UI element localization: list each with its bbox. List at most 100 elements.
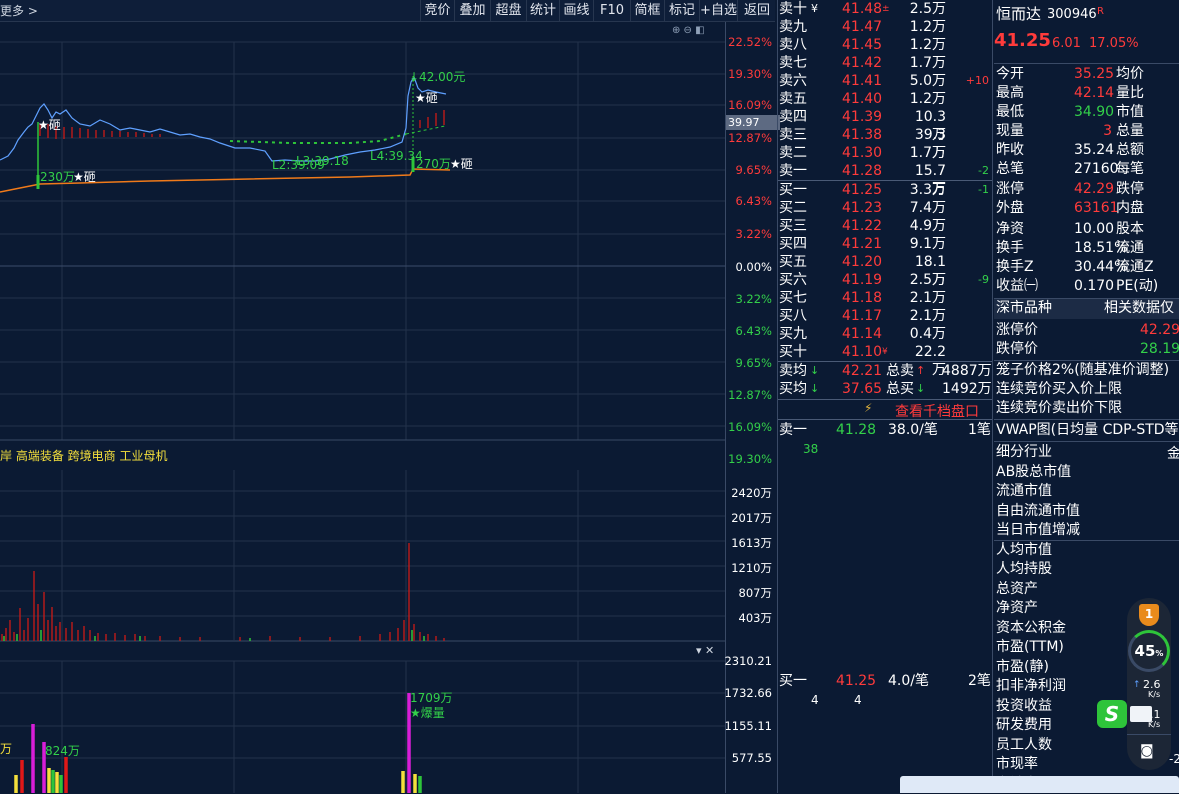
bid-row[interactable]: 买四 41.21 9.1万 <box>778 235 993 253</box>
ask-row[interactable]: 卖九 41.47 1.2万 <box>778 18 993 36</box>
fundamental-label: 自由流通市值 <box>996 502 1080 519</box>
side-value: -2 <box>1169 752 1179 766</box>
bid-level-label: 买九 <box>779 326 807 342</box>
toolbar-btn-f10[interactable]: F10 <box>593 0 630 21</box>
stock-code: 300946 <box>1047 7 1097 22</box>
stat-row: 昨收 35.24 总额 <box>994 141 1179 160</box>
bid-row[interactable]: 买一 41.25 3.3万 -1 <box>778 181 993 199</box>
toolbar-btn-add-watch[interactable]: +自选 <box>699 0 737 21</box>
bid-volume: 2.1万 <box>909 290 946 306</box>
bid-price: 41.10 <box>842 344 883 360</box>
up-arrow-icon: ↑ <box>916 364 926 377</box>
sell-avg-label: 卖均 <box>779 363 807 379</box>
axis-label: 2017万 <box>731 511 772 525</box>
bid-change: -1 <box>978 183 989 196</box>
stat-label: 总笔 <box>996 161 1024 177</box>
ask-volume: 1.7万 <box>909 145 946 161</box>
stat-value: 42.14 <box>1074 85 1115 101</box>
bid-price: 41.19 <box>842 272 883 288</box>
fundamental-label: AB股总市值 <box>996 463 1072 480</box>
bid-price: 41.23 <box>842 200 883 216</box>
toolbar-btn-stats[interactable]: 统计 <box>526 0 559 21</box>
bid-volume: 4.9万 <box>909 218 946 234</box>
total-buy-label: 总买 <box>886 381 914 397</box>
stat-row: 最低 34.90 市值 <box>994 103 1179 122</box>
thousand-level-link[interactable]: 查看千档盘口 <box>895 401 979 421</box>
ask-row[interactable]: 卖四 41.39 10.3万 <box>778 108 993 143</box>
camera-icon[interactable]: ◙ <box>1140 743 1154 759</box>
chevron-down-icon[interactable]: ▾ ✕ <box>696 644 714 657</box>
stock-flag-badge: R <box>1097 6 1104 17</box>
ask-row[interactable]: 卖八 41.45 1.2万 <box>778 36 993 54</box>
bid-level-label: 买六 <box>779 272 807 288</box>
rule-line: 笼子价格2%(随基准价调整) <box>994 361 1179 380</box>
ask-price: 41.47 <box>842 19 883 35</box>
bid-row[interactable]: 买八 41.17 2.1万 <box>778 307 993 325</box>
ask-row[interactable]: 卖五 41.40 1.2万 <box>778 90 993 108</box>
market-header: 深市品种 相关数据仅 <box>994 299 1179 319</box>
bid-row[interactable]: 买二 41.23 7.4万 <box>778 199 993 217</box>
input-method-toolbar[interactable] <box>1130 706 1152 722</box>
concept-tags: 岸 高端装备 跨境电商 工业母机 <box>0 449 168 463</box>
ask-row[interactable]: 卖十 ¥41.48 ±2.5万 <box>778 0 993 18</box>
sell-signal-icon: ★砸 <box>415 91 438 105</box>
fundamental-row: 人均持股 <box>994 560 1179 579</box>
bid-row[interactable]: 买五 41.20 18.1万 <box>778 253 993 288</box>
fundamental-label: 市盈(静) <box>996 658 1049 675</box>
bid-row[interactable]: 买六 41.19 2.5万 -9 <box>778 271 993 289</box>
taskbar-popup[interactable] <box>900 776 1179 793</box>
bid-volume: 0.4万 <box>909 326 946 342</box>
stat-value: 27160 <box>1074 161 1119 177</box>
bid-row[interactable]: 买九 41.14 0.4万 <box>778 325 993 343</box>
panel-controls-icon[interactable]: ⊕ ⊖ ◧ <box>672 25 722 37</box>
bid-price: 41.25 <box>842 182 883 198</box>
toolbar-btn-draw[interactable]: 画线 <box>559 0 593 21</box>
bid-row[interactable]: 买三 41.22 4.9万 <box>778 217 993 235</box>
bid-volume: 2.5万 <box>909 272 946 288</box>
vwap-row[interactable]: VWAP图(日均量 CDP-STD等) <box>994 421 1179 440</box>
fundamental-label: 细分行业 <box>996 444 1052 460</box>
ask-row[interactable]: 卖一 41.28 15.7万 -2 <box>778 162 993 197</box>
bid-volume: 9.1万 <box>909 236 946 252</box>
stat-label: 涨停 <box>996 181 1024 197</box>
stat-row: 换手Z 30.44% 流通Z <box>994 258 1179 277</box>
limit-down-label: 跌停价 <box>996 341 1038 357</box>
system-monitor-widget[interactable]: 1 45% ↑ 2.6 K/s ↓ 1.1 K/s ◙ <box>1127 598 1171 770</box>
toolbar-btn-overlay[interactable]: 叠加 <box>454 0 490 21</box>
toolbar-btn-mark[interactable]: 标记 <box>664 0 699 21</box>
stat-row: 换手 18.51% 流通 <box>994 239 1179 258</box>
ask-level-label: 卖二 <box>779 145 807 161</box>
bid-row[interactable]: 买十 41.10 ¥22.2万 <box>778 343 993 378</box>
cpu-pct-unit: % <box>1155 649 1164 658</box>
shield-icon: 1 <box>1139 604 1159 626</box>
bid-row[interactable]: 买七 41.18 2.1万 <box>778 289 993 307</box>
fundamental-label: 员工人数 <box>996 736 1052 753</box>
more-link[interactable]: 更多 > <box>0 2 38 19</box>
bid-volume: 7.4万 <box>909 200 946 216</box>
fundamental-label: 净资产 <box>996 600 1038 616</box>
ask-price: 41.48 <box>842 1 883 17</box>
toolbar-btn-back[interactable]: 返回 <box>737 0 776 21</box>
toolbar-btn-bid[interactable]: 竞价 <box>420 0 454 21</box>
ask-level-label: 卖三 <box>779 127 807 143</box>
vwap-label[interactable]: VWAP图(日均量 CDP-STD等) <box>996 421 1179 440</box>
fundamental-row: 自由流通市值 <box>994 502 1179 521</box>
ask-volume: 1.2万 <box>909 37 946 53</box>
toolbar-btn-super[interactable]: 超盘 <box>490 0 526 21</box>
related-data-label: 相关数据仅 <box>1104 300 1174 316</box>
axis-label: 403万 <box>738 611 772 625</box>
ask-row[interactable]: 卖二 41.30 1.7万 <box>778 144 993 162</box>
down-arrow-icon: ↓ <box>810 364 820 377</box>
ask-row[interactable]: 卖六 41.41 5.0万 +10 <box>778 72 993 90</box>
burst-volume-label: ★爆量 <box>410 706 445 720</box>
ask-row[interactable]: 卖三 41.38 39.3万 <box>778 126 993 161</box>
intraday-chart[interactable]: ↓42.00元 ★砸 ★砸 ★砸 L2:39.09 L3:39.18 L4:39… <box>0 22 725 793</box>
bid-level-label: 买一 <box>779 182 807 198</box>
ask-price: 41.41 <box>842 73 883 89</box>
fundamental-label: 扣非净利润 <box>996 678 1066 694</box>
input-method-logo[interactable]: S <box>1097 700 1127 728</box>
toolbar-btn-frame[interactable]: 简框 <box>630 0 664 21</box>
stat-right-label: 流通 <box>1116 240 1144 256</box>
ask-row[interactable]: 卖七 41.42 1.7万 <box>778 54 993 72</box>
buy-avg-value: 37.65 <box>842 381 883 397</box>
